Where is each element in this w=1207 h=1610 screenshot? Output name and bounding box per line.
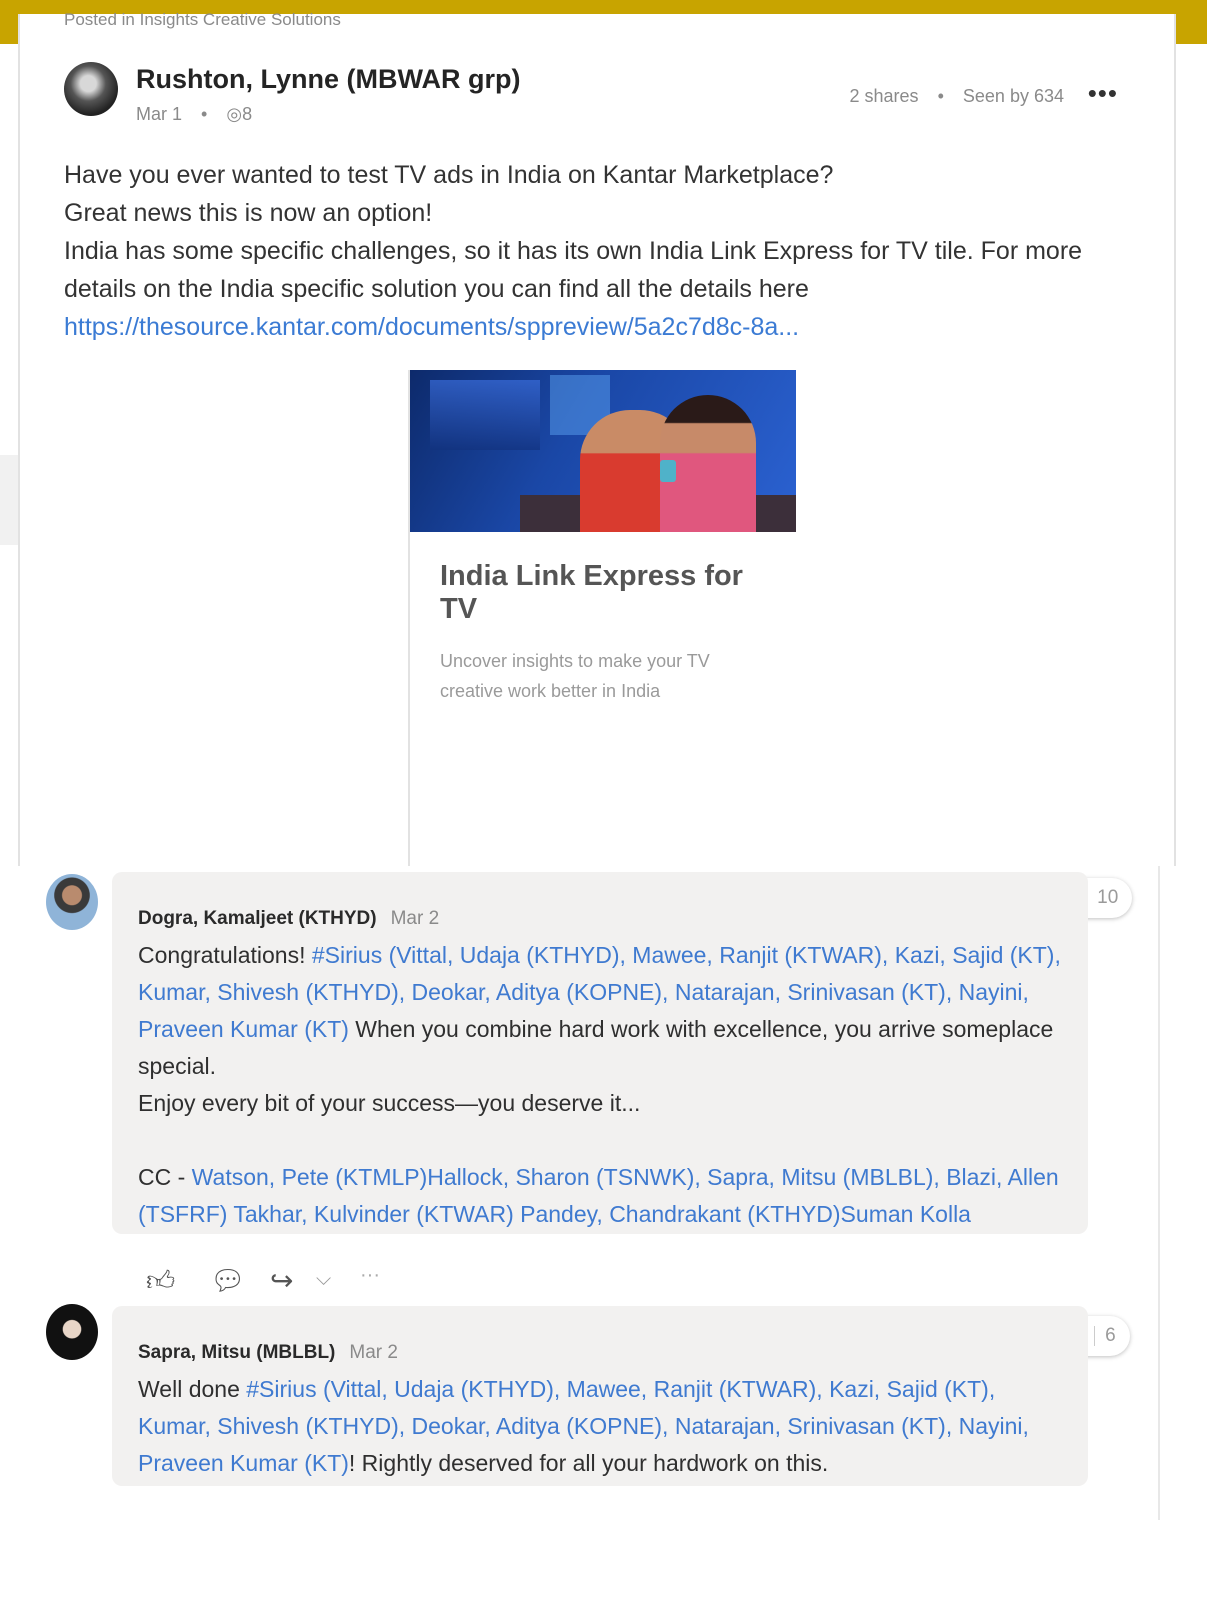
reply-icon[interactable]: 💬︎: [210, 1264, 246, 1297]
post-line: India has some specific challenges, so i…: [64, 237, 1083, 303]
avatar[interactable]: [46, 1304, 98, 1360]
comment-bubble: Sapra, Mitsu (MBLBL) Mar 2 Well done #Sir…: [112, 1306, 1088, 1486]
seen-by-count[interactable]: Seen by 634: [963, 86, 1064, 106]
link-preview-description: Uncover insights to make your TV creativ…: [440, 651, 710, 701]
like-icon[interactable]: 👍︎: [146, 1264, 175, 1298]
comment-text: Enjoy every bit of your success—you dese…: [138, 1090, 641, 1116]
separator-dot: •: [937, 86, 944, 106]
post-line: Have you ever wanted to test TV ads in I…: [64, 161, 834, 189]
view-count: 8: [242, 104, 253, 124]
comment-text: Congratulations! #Sirius (Vittal, Udaja …: [138, 942, 1061, 1079]
share-icon[interactable]: ↪: [270, 1264, 293, 1297]
posted-in-label: Posted in Insights Creative Solutions: [64, 10, 341, 29]
chevron-down-icon[interactable]: ⌵: [316, 1268, 331, 1291]
reaction-count: 10: [1097, 887, 1119, 908]
divider: [1158, 866, 1160, 1520]
comment-bubble: Dogra, Kamaljeet (KTHYD) Mar 2 Congratula…: [112, 872, 1088, 1234]
post-body: Have you ever wanted to test TV ads in I…: [64, 156, 1154, 346]
mention-link[interactable]: Watson, Pete (KTMLP)Hallock, Sharon (TSN…: [138, 1164, 1059, 1227]
mention-link[interactable]: #Sirius: [312, 942, 382, 968]
post-date: Mar 1: [136, 104, 183, 124]
post-link[interactable]: https://thesource.kantar.com/documents/s…: [64, 313, 799, 341]
post-author[interactable]: Rushton, Lynne (MBWAR grp): [136, 64, 520, 95]
more-options-icon[interactable]: •••: [1088, 78, 1118, 109]
comment-spacer: [138, 1122, 1062, 1159]
eye-icon: ◎: [226, 104, 243, 124]
comment-date: Mar 2: [349, 1342, 398, 1363]
comment-author[interactable]: Sapra, Mitsu (MBLBL): [138, 1342, 335, 1363]
separator-dot: •: [201, 104, 208, 124]
avatar[interactable]: [46, 874, 98, 930]
link-preview-image: [410, 370, 796, 532]
more-options-icon[interactable]: ···: [360, 1264, 380, 1287]
shares-count[interactable]: 2 shares: [850, 86, 919, 106]
post-line: Great news this is now an option!: [64, 199, 433, 227]
comment-text: Well done #Sirius (Vittal, Udaja (KTHYD)…: [138, 1376, 1029, 1476]
post-card: Posted in Insights Creative Solutions Ru…: [18, 10, 1176, 894]
avatar[interactable]: [64, 62, 118, 116]
left-edge-strip: [0, 455, 18, 545]
post-stats: 2 shares • Seen by 634: [850, 86, 1064, 107]
reaction-count: 6: [1105, 1325, 1116, 1346]
comment-date: Mar 2: [390, 908, 440, 929]
mention-link[interactable]: #Sirius: [246, 1376, 316, 1402]
comments-section: @ ♥ 👍 10 Dogra, Kamaljeet (KTHYD)Mar 2 C…: [0, 866, 1207, 1520]
comment-author[interactable]: Dogra, Kamaljeet (KTHYD): [138, 908, 377, 929]
comment-cc: CC - Watson, Pete (KTMLP)Hallock, Sharon…: [138, 1164, 1059, 1227]
link-preview-card[interactable]: India Link Express for TV Uncover insigh…: [408, 370, 796, 894]
link-preview-title[interactable]: India Link Express for TV: [440, 560, 760, 626]
post-meta: Mar 1 • ◎8: [136, 104, 252, 125]
